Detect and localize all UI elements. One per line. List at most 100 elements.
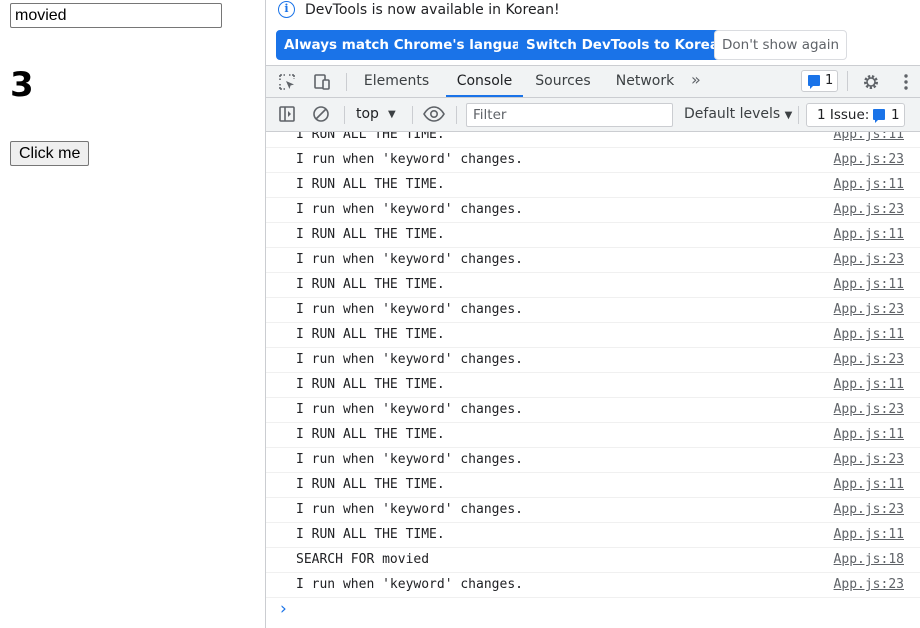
console-message-text: I run when 'keyword' changes. — [296, 577, 523, 592]
source-link[interactable]: App.js:11 — [834, 377, 904, 392]
click-me-button[interactable]: Click me — [10, 141, 90, 166]
console-message-row: SEARCH FOR movied App.js:18 — [266, 548, 920, 573]
console-message-text: I run when 'keyword' changes. — [296, 252, 523, 267]
console-message-text: I run when 'keyword' changes. — [296, 202, 523, 217]
source-link[interactable]: App.js:23 — [834, 352, 904, 367]
dont-show-again-button[interactable]: Don't show again — [714, 30, 848, 60]
console-message-list: I RUN ALL THE TIME. App.js:11 I run when '… — [266, 132, 920, 598]
console-message-row: I run when 'keyword' changes. App.js:23 — [266, 248, 920, 273]
source-link[interactable]: App.js:23 — [834, 452, 904, 467]
console-message-text: I run when 'keyword' changes. — [296, 152, 523, 167]
console-message-text: I RUN ALL THE TIME. — [296, 527, 445, 542]
tab-network[interactable]: Network — [608, 66, 682, 97]
inspect-element-icon[interactable] — [278, 73, 296, 91]
kebab-menu-icon[interactable] — [897, 73, 915, 91]
info-icon: i — [278, 1, 295, 18]
console-message-text: I RUN ALL THE TIME. — [296, 377, 445, 392]
devtools-panel: i DevTools is now available in Korean! A… — [265, 0, 920, 628]
issues-button[interactable]: 1 Issue: 1 — [806, 103, 905, 127]
source-link[interactable]: App.js:23 — [834, 577, 904, 592]
console-message-row: I run when 'keyword' changes. App.js:23 — [266, 448, 920, 473]
app-page: 3 Click me — [0, 0, 265, 628]
toolbar-divider — [344, 106, 345, 124]
dropdown-caret-icon[interactable]: ▼ — [388, 98, 396, 131]
console-toolbar: top ▼ Default levels ▼ 1 Issue: 1 — [266, 98, 920, 132]
eye-icon[interactable] — [423, 105, 445, 123]
toolbar-divider — [847, 71, 848, 91]
console-message-row: I run when 'keyword' changes. App.js:23 — [266, 573, 920, 598]
language-infobar: i DevTools is now available in Korean! A… — [266, 0, 920, 65]
source-link[interactable]: App.js:11 — [834, 477, 904, 492]
source-link[interactable]: App.js:23 — [834, 502, 904, 517]
source-link[interactable]: App.js:11 — [834, 327, 904, 342]
console-prompt[interactable]: › — [266, 598, 920, 622]
source-link[interactable]: App.js:11 — [834, 527, 904, 542]
console-message-text: I RUN ALL THE TIME. — [296, 427, 445, 442]
source-link[interactable]: App.js:23 — [834, 402, 904, 417]
source-link[interactable]: App.js:11 — [834, 132, 904, 142]
toolbar-divider — [798, 106, 799, 124]
source-link[interactable]: App.js:11 — [834, 427, 904, 442]
issues-badge[interactable]: 1 — [801, 70, 838, 92]
console-message-text: I RUN ALL THE TIME. — [296, 277, 445, 292]
tab-sources[interactable]: Sources — [526, 66, 600, 97]
source-link[interactable]: App.js:11 — [834, 227, 904, 242]
source-link[interactable]: App.js:23 — [834, 302, 904, 317]
console-message-row: I RUN ALL THE TIME. App.js:11 — [266, 323, 920, 348]
issues-count: 1 — [891, 107, 900, 123]
console-message-text: SEARCH FOR movied — [296, 552, 430, 567]
log-levels-label: Default levels — [684, 106, 781, 122]
source-link[interactable]: App.js:23 — [834, 252, 904, 267]
console-message-row: I RUN ALL THE TIME. App.js:11 — [266, 173, 920, 198]
source-link[interactable]: App.js:23 — [834, 152, 904, 167]
log-levels-dropdown[interactable]: Default levels ▼ — [684, 98, 792, 131]
console-filter-input[interactable] — [466, 103, 673, 127]
keyword-input[interactable] — [10, 3, 222, 28]
clear-console-icon[interactable] — [312, 105, 330, 123]
console-message-row: I run when 'keyword' changes. App.js:23 — [266, 398, 920, 423]
switch-to-korean-button[interactable]: Switch DevTools to Korean — [518, 30, 737, 60]
toolbar-divider — [346, 73, 347, 91]
console-message-text: I run when 'keyword' changes. — [296, 452, 523, 467]
more-tabs-icon[interactable]: » — [691, 70, 701, 89]
console-message-text: I RUN ALL THE TIME. — [296, 477, 445, 492]
console-message-row: I RUN ALL THE TIME. App.js:11 — [266, 132, 920, 148]
console-message-row: I run when 'keyword' changes. App.js:23 — [266, 348, 920, 373]
console-message-row: I run when 'keyword' changes. App.js:23 — [266, 298, 920, 323]
context-selector[interactable]: top — [356, 98, 379, 131]
console-message-text: I RUN ALL THE TIME. — [296, 227, 445, 242]
source-link[interactable]: App.js:11 — [834, 277, 904, 292]
sidebar-toggle-icon[interactable] — [278, 105, 296, 123]
console-message-text: I RUN ALL THE TIME. — [296, 177, 445, 192]
console-message-row: I run when 'keyword' changes. App.js:23 — [266, 198, 920, 223]
tab-console[interactable]: Console — [446, 66, 523, 97]
always-match-language-button[interactable]: Always match Chrome's language — [276, 30, 548, 60]
counter-heading: 3 — [10, 65, 34, 105]
console-message-text: I run when 'keyword' changes. — [296, 352, 523, 367]
console-message-text: I RUN ALL THE TIME. — [296, 327, 445, 342]
console-message-row: I RUN ALL THE TIME. App.js:11 — [266, 373, 920, 398]
gear-icon[interactable] — [862, 73, 880, 91]
message-icon — [873, 109, 885, 123]
source-link[interactable]: App.js:23 — [834, 202, 904, 217]
source-link[interactable]: App.js:18 — [834, 552, 904, 567]
console-message-row: I run when 'keyword' changes. App.js:23 — [266, 148, 920, 173]
console-output[interactable]: I RUN ALL THE TIME. App.js:11 I run when '… — [266, 132, 920, 628]
console-message-row: I RUN ALL THE TIME. App.js:11 — [266, 523, 920, 548]
tab-elements[interactable]: Elements — [358, 66, 435, 97]
device-toolbar-icon[interactable] — [312, 73, 330, 91]
toolbar-divider — [412, 106, 413, 124]
console-message-row: I run when 'keyword' changes. App.js:23 — [266, 498, 920, 523]
console-message-row: I RUN ALL THE TIME. App.js:11 — [266, 473, 920, 498]
dropdown-caret-icon: ▼ — [784, 110, 793, 121]
console-message-text: I run when 'keyword' changes. — [296, 402, 523, 417]
console-message-row: I RUN ALL THE TIME. App.js:11 — [266, 223, 920, 248]
toolbar-divider — [456, 106, 457, 124]
console-message-text: I run when 'keyword' changes. — [296, 502, 523, 517]
devtools-tabbar: Elements Console Sources Network » 1 — [266, 65, 920, 98]
source-link[interactable]: App.js:11 — [834, 177, 904, 192]
prompt-chevron-icon: › — [280, 599, 287, 619]
console-message-text: I RUN ALL THE TIME. — [296, 132, 445, 142]
infobar-message: DevTools is now available in Korean! — [305, 2, 560, 18]
console-message-row: I RUN ALL THE TIME. App.js:11 — [266, 423, 920, 448]
